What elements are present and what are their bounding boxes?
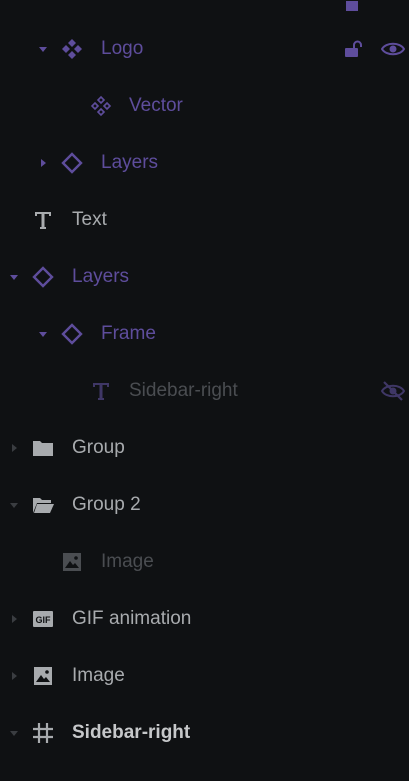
layer-label: Frame xyxy=(101,323,156,344)
image-icon xyxy=(60,550,84,574)
component-icon xyxy=(60,37,84,61)
caret-down-icon[interactable] xyxy=(9,728,19,738)
layer-row-layers[interactable]: Layers xyxy=(0,134,409,191)
component-instance-icon xyxy=(89,94,113,118)
layer-label: Image xyxy=(72,665,125,686)
layer-label: Text xyxy=(72,209,107,230)
unlock-icon[interactable] xyxy=(341,0,365,16)
unlock-icon[interactable] xyxy=(341,37,365,61)
layer-row-group-2[interactable]: Group 2 xyxy=(0,476,409,533)
frame-hash-icon xyxy=(31,721,55,745)
caret-down-icon[interactable] xyxy=(9,272,19,282)
layers-panel: Logo Vector Layers Text Layers Frame Sid… xyxy=(0,0,409,781)
layer-row-image[interactable]: Image xyxy=(0,647,409,704)
caret-down-icon[interactable] xyxy=(9,500,19,510)
layer-label: Vector xyxy=(129,95,183,116)
layer-row-sidebar-right-text[interactable]: Sidebar-right xyxy=(0,362,409,419)
caret-right-icon[interactable] xyxy=(38,158,48,168)
image-icon xyxy=(31,664,55,688)
layer-row-frame[interactable]: Frame xyxy=(0,305,409,362)
svg-text:GIF: GIF xyxy=(36,615,52,625)
gif-icon: GIF xyxy=(31,607,55,631)
text-icon xyxy=(89,379,113,403)
layer-row-text[interactable]: Text xyxy=(0,191,409,248)
layer-label: Layers xyxy=(72,266,130,287)
layer-label: Group xyxy=(72,437,125,458)
diamond-icon xyxy=(60,322,84,346)
caret-down-icon[interactable] xyxy=(38,329,48,339)
layer-label: Sidebar-right xyxy=(72,722,191,743)
layer-row-logo[interactable]: Logo xyxy=(0,20,409,77)
caret-down-icon[interactable] xyxy=(38,44,48,54)
layer-row-sidebar-right-frame[interactable]: Sidebar-right xyxy=(0,704,409,761)
layer-label: Image xyxy=(101,551,154,572)
eye-icon[interactable] xyxy=(381,37,405,61)
layer-row-image-hidden[interactable]: Image xyxy=(0,533,409,590)
layer-row-vector[interactable]: Vector xyxy=(0,77,409,134)
layer-row-gif[interactable]: GIF GIF animation xyxy=(0,590,409,647)
layer-row-layers-2[interactable]: Layers xyxy=(0,248,409,305)
layer-label: Group 2 xyxy=(72,494,141,515)
caret-right-icon[interactable] xyxy=(9,614,19,624)
layer-label: Sidebar-right xyxy=(129,380,238,401)
diamond-icon xyxy=(60,151,84,175)
layer-label: Layers xyxy=(101,152,159,173)
eye-off-icon[interactable] xyxy=(381,379,405,403)
layer-label: Logo xyxy=(101,38,144,59)
text-icon xyxy=(31,208,55,232)
folder-open-icon xyxy=(31,493,55,517)
layer-label: GIF animation xyxy=(72,608,192,629)
layer-row-group[interactable]: Group xyxy=(0,419,409,476)
caret-right-icon[interactable] xyxy=(9,443,19,453)
diamond-icon xyxy=(31,265,55,289)
folder-icon xyxy=(31,436,55,460)
caret-right-icon[interactable] xyxy=(9,671,19,681)
